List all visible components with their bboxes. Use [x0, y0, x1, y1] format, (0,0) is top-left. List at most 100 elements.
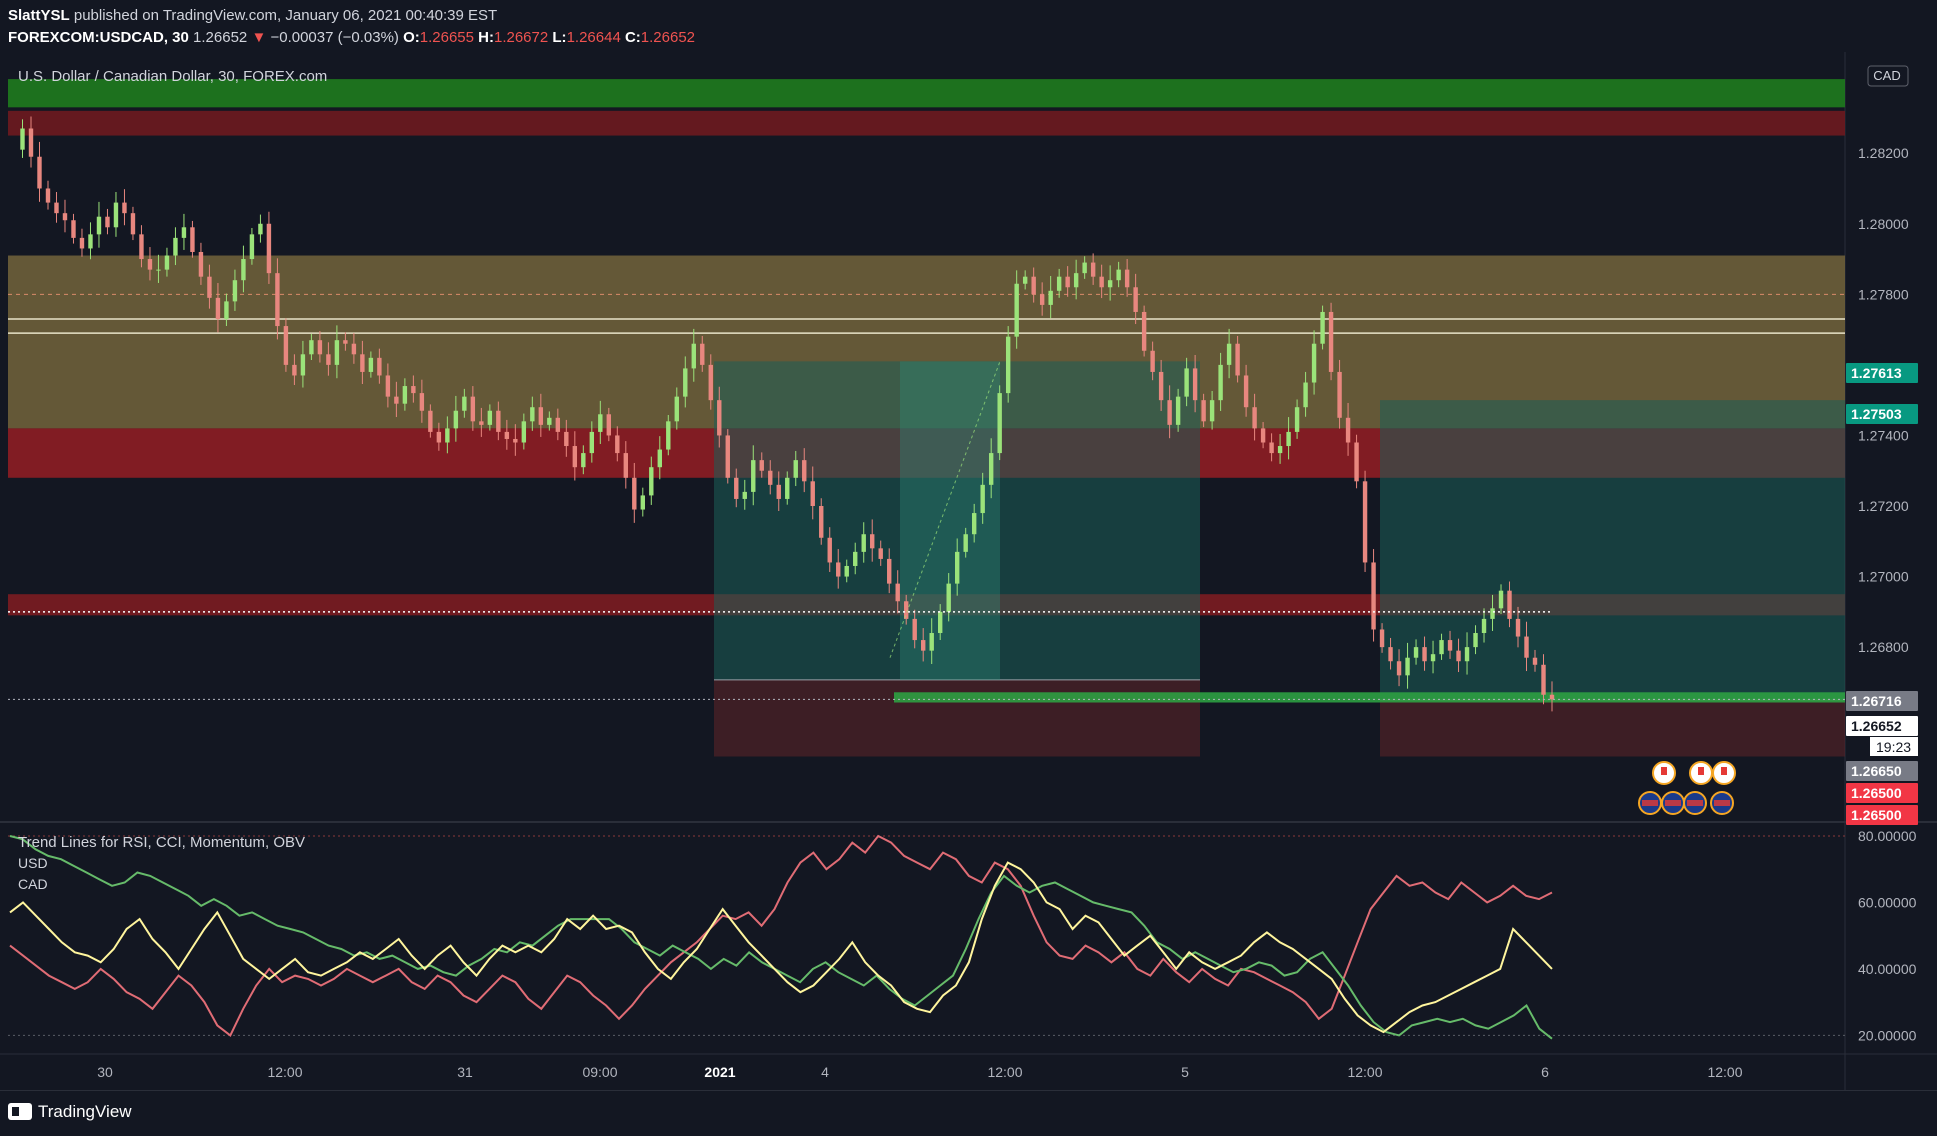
- candle: [1031, 276, 1036, 295]
- candle: [606, 414, 612, 436]
- candle: [649, 467, 654, 496]
- candle: [793, 460, 798, 478]
- candle: [555, 417, 561, 432]
- currency-label[interactable]: CAD: [1873, 68, 1900, 83]
- candle: [946, 583, 951, 612]
- candle: [954, 551, 960, 584]
- indicator-y-tick: 40.00000: [1858, 961, 1917, 977]
- candle: [62, 213, 68, 221]
- candle: [1464, 647, 1470, 662]
- candle: [700, 343, 705, 365]
- candle: [1065, 276, 1070, 288]
- y-tick-label: 1.26800: [1858, 639, 1909, 655]
- candle: [164, 255, 170, 270]
- candle: [691, 343, 696, 369]
- candle: [1175, 396, 1181, 425]
- indicator-y-tick: 20.00000: [1858, 1027, 1917, 1043]
- candle: [113, 202, 119, 228]
- price-label-text[interactable]: 1.26716: [1851, 693, 1902, 709]
- candle: [428, 410, 433, 432]
- candle: [853, 551, 858, 566]
- x-tick-label: 6: [1541, 1064, 1549, 1080]
- candle: [980, 484, 985, 514]
- footer: TradingView: [0, 1090, 1937, 1136]
- price-label-text[interactable]: 1.26500: [1851, 785, 1902, 801]
- candle: [1362, 481, 1368, 563]
- indicator-title: Trend Lines for RSI, CCI, Momentum, OBV: [18, 834, 305, 851]
- tradingview-logo[interactable]: TradingView: [8, 1102, 132, 1122]
- tradingview-icon: [8, 1103, 32, 1120]
- candle: [1218, 364, 1223, 401]
- price-label-text[interactable]: 1.27503: [1851, 406, 1902, 422]
- candle: [937, 611, 943, 634]
- green-support-band: [894, 692, 1845, 703]
- candle: [360, 354, 365, 372]
- candle: [1473, 633, 1478, 648]
- candle: [1201, 400, 1206, 422]
- candle: [1005, 336, 1011, 394]
- price-label-text[interactable]: 1.27613: [1851, 365, 1902, 381]
- x-tick-label: 12:00: [1707, 1064, 1742, 1080]
- candle: [1413, 647, 1419, 658]
- candle: [632, 477, 637, 510]
- candle: [436, 431, 442, 443]
- candle: [827, 537, 832, 563]
- candle: [479, 421, 484, 425]
- price-chart[interactable]: 1.28200 1.28000 1.27800 1.27400 1.27200 1.270…: [0, 0, 1937, 1090]
- candle: [181, 227, 187, 238]
- candle: [674, 396, 679, 422]
- us-flag-stripe: [1642, 800, 1658, 806]
- candle: [496, 410, 501, 432]
- candle: [266, 223, 272, 274]
- candle: [343, 340, 348, 344]
- candle: [1048, 290, 1053, 305]
- candle: [564, 431, 569, 447]
- x-tick-label: 09:00: [582, 1064, 617, 1080]
- candle: [657, 449, 662, 468]
- candle: [198, 251, 204, 277]
- candle: [1456, 650, 1461, 662]
- candle: [683, 368, 688, 397]
- candle: [1354, 442, 1359, 482]
- candle: [1371, 562, 1376, 630]
- candle: [377, 357, 382, 376]
- candle: [487, 410, 493, 425]
- candle: [368, 357, 374, 372]
- candle: [785, 477, 790, 499]
- candle: [79, 237, 85, 249]
- candle: [190, 227, 195, 252]
- candle: [232, 280, 238, 302]
- y-tick-label: 1.27400: [1858, 427, 1909, 443]
- price-label-text[interactable]: 1.26652: [1851, 718, 1902, 734]
- candle: [1107, 280, 1113, 288]
- candle: [997, 393, 1002, 454]
- candle: [504, 431, 510, 439]
- candle: [1090, 262, 1096, 277]
- legend-usd: USD: [18, 855, 48, 871]
- candle: [1260, 428, 1266, 443]
- candle: [1337, 371, 1342, 418]
- candle: [1158, 371, 1164, 401]
- candle: [640, 495, 645, 510]
- candle: [54, 202, 59, 214]
- candle: [598, 414, 603, 432]
- candle: [530, 407, 535, 422]
- candle: [1439, 640, 1444, 655]
- candle: [1396, 661, 1402, 676]
- candle: [1056, 276, 1062, 291]
- price-label-text[interactable]: 1.26500: [1851, 807, 1902, 823]
- candle: [1209, 400, 1215, 422]
- price-label-text[interactable]: 1.26650: [1851, 763, 1902, 779]
- x-tick-label: 5: [1181, 1064, 1189, 1080]
- candle: [385, 375, 391, 397]
- candle: [394, 396, 399, 404]
- countdown-text: 19:23: [1876, 739, 1911, 755]
- candle: [1116, 269, 1121, 281]
- candle: [615, 435, 620, 454]
- candle: [122, 202, 127, 214]
- candle: [921, 640, 926, 651]
- candle: [547, 417, 552, 425]
- candle: [300, 354, 306, 376]
- candle: [1507, 590, 1512, 619]
- candle: [623, 453, 629, 478]
